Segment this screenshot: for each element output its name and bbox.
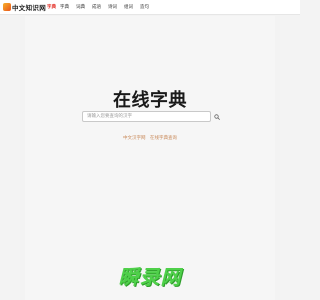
nav-item-shici[interactable]: 诗词	[108, 4, 117, 10]
nav-item-zidian[interactable]: 字典	[60, 4, 69, 10]
main-nav: 字典 词典 成语 诗词 组词 造句	[60, 4, 156, 10]
nav-item-chengyu[interactable]: 成语	[92, 4, 101, 10]
search-bar	[82, 110, 222, 123]
site-logo[interactable]: 中文知识网 字典	[3, 0, 56, 15]
search-icon[interactable]	[214, 113, 220, 120]
top-navbar: 中文知识网 字典 字典 词典 成语 诗词 组词 造句	[0, 0, 300, 15]
hint-link-query[interactable]: 在线字典查询	[150, 136, 177, 141]
nav-item-cidian[interactable]: 词典	[76, 4, 85, 10]
logo-text: 中文知识网	[12, 4, 46, 12]
watermark-logo: 瞬录网	[113, 258, 187, 292]
hint-link-site[interactable]: 中文汉字网	[123, 136, 146, 141]
logo-subtitle: 字典	[47, 5, 56, 10]
logo-icon	[3, 3, 11, 11]
watermark-text: 瞬录网	[118, 264, 182, 289]
nav-item-zuci[interactable]: 组词	[124, 4, 133, 10]
search-hints: 中文汉字网 在线字典查询	[0, 135, 300, 141]
search-input[interactable]	[82, 111, 211, 122]
nav-item-zaoju[interactable]: 造句	[140, 4, 149, 10]
page-title: 在线字典	[113, 90, 187, 111]
